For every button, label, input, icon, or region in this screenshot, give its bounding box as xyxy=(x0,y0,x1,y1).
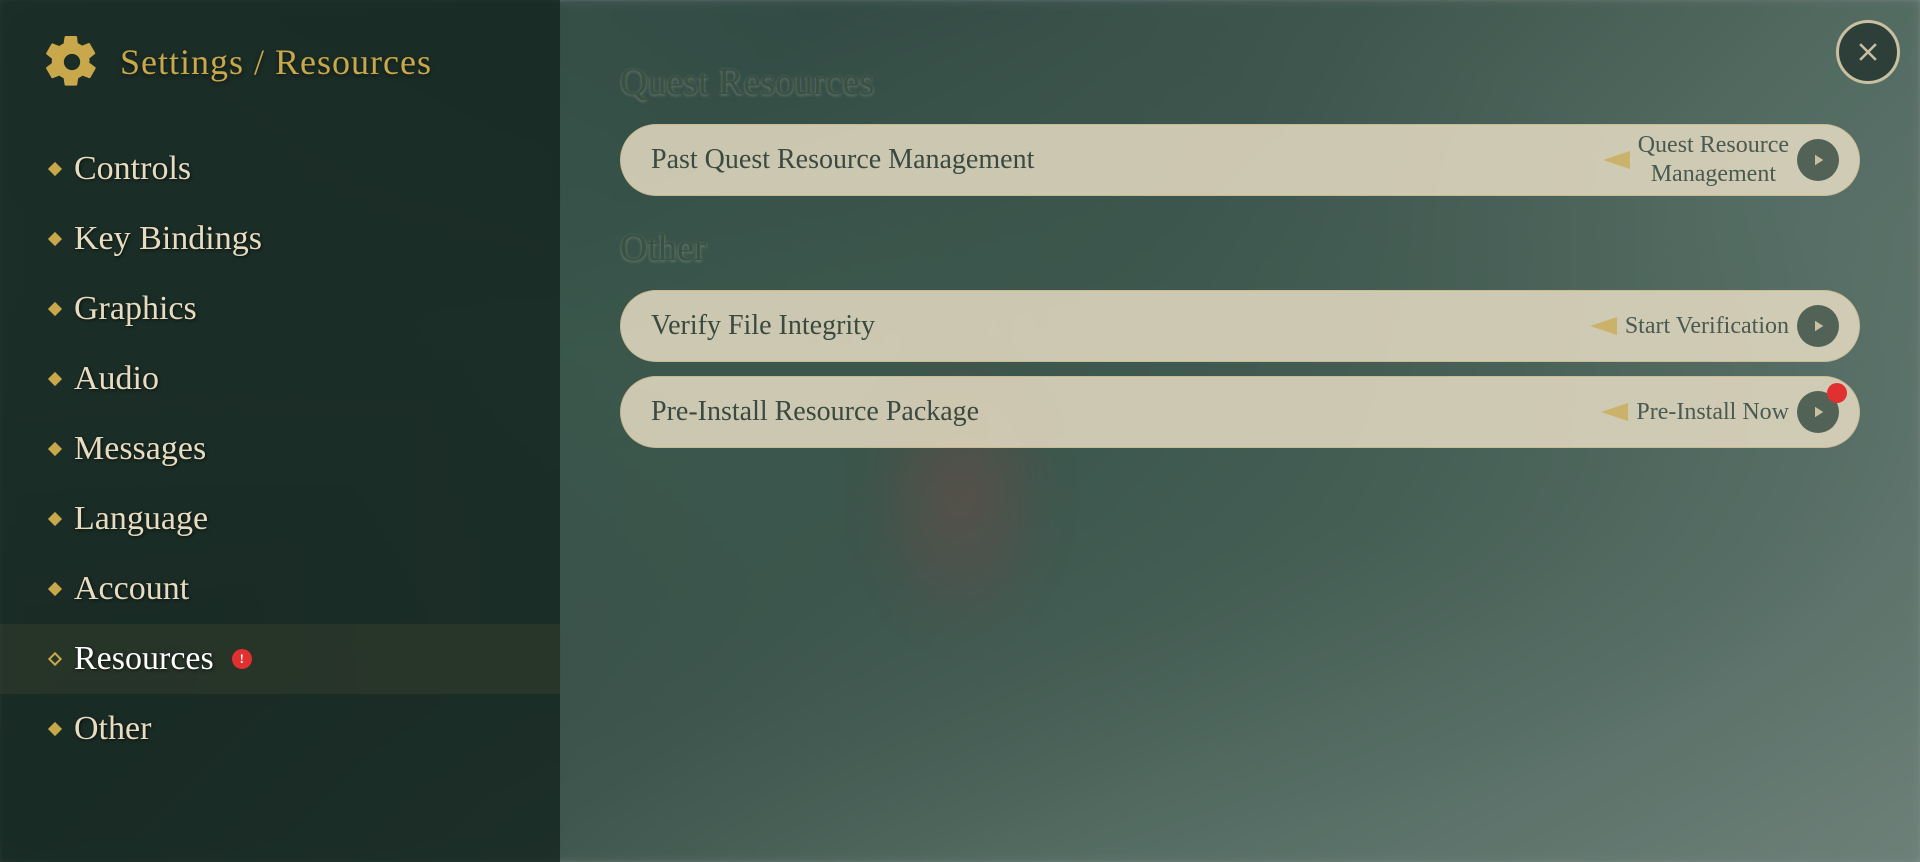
bullet-controls xyxy=(48,162,62,176)
content-area: Quest Resources Past Quest Resource Mana… xyxy=(560,0,1920,862)
verify-file-btn-label: Start Verification xyxy=(1625,313,1789,340)
bullet-key-bindings xyxy=(48,232,62,246)
sidebar: Settings / Resources Controls Key Bindin… xyxy=(0,0,560,862)
pre-install-row[interactable]: Pre-Install Resource Package Pre-Install… xyxy=(620,376,1860,448)
section-title-quest: Quest Resources xyxy=(620,60,1860,104)
sidebar-item-graphics[interactable]: Graphics xyxy=(0,274,560,344)
nav-list: Controls Key Bindings Graphics Audio Mes… xyxy=(0,124,560,842)
bullet-account xyxy=(48,582,62,596)
sidebar-label-resources: Resources xyxy=(74,640,214,678)
past-quest-action[interactable]: Quest ResourceManagement xyxy=(1594,131,1839,189)
sidebar-label-controls: Controls xyxy=(74,150,191,188)
sidebar-item-resources[interactable]: Resources ! xyxy=(0,624,560,694)
sidebar-label-language: Language xyxy=(74,500,208,538)
resources-badge: ! xyxy=(232,649,252,669)
past-quest-btn-label: Quest ResourceManagement xyxy=(1638,131,1789,189)
sidebar-item-audio[interactable]: Audio xyxy=(0,344,560,414)
sidebar-label-audio: Audio xyxy=(74,360,159,398)
sidebar-item-controls[interactable]: Controls xyxy=(0,134,560,204)
bullet-language xyxy=(48,512,62,526)
verify-file-action[interactable]: Start Verification xyxy=(1581,305,1839,347)
header: Settings / Resources xyxy=(0,20,560,124)
verify-file-circle-btn[interactable] xyxy=(1797,305,1839,347)
pre-install-action[interactable]: Pre-Install Now xyxy=(1592,391,1839,433)
section-other: Other Verify File Integrity Start Verifi… xyxy=(620,226,1860,448)
pre-install-label: Pre-Install Resource Package xyxy=(651,396,1592,428)
sidebar-label-other: Other xyxy=(74,710,151,748)
close-button[interactable] xyxy=(1836,20,1900,84)
sidebar-label-key-bindings: Key Bindings xyxy=(74,220,262,258)
pre-install-badge xyxy=(1827,383,1847,403)
bullet-messages xyxy=(48,442,62,456)
page-title: Settings / Resources xyxy=(120,41,432,83)
section-quest-resources: Quest Resources Past Quest Resource Mana… xyxy=(620,60,1860,196)
sidebar-label-graphics: Graphics xyxy=(74,290,197,328)
past-quest-circle-btn[interactable] xyxy=(1797,139,1839,181)
bullet-resources xyxy=(48,652,62,666)
modal-container: Settings / Resources Controls Key Bindin… xyxy=(0,0,1920,862)
verify-file-label: Verify File Integrity xyxy=(651,310,1581,342)
past-quest-row[interactable]: Past Quest Resource Management Quest Res… xyxy=(620,124,1860,196)
pre-install-btn-label: Pre-Install Now xyxy=(1636,399,1789,426)
bullet-audio xyxy=(48,372,62,386)
sidebar-item-account[interactable]: Account xyxy=(0,554,560,624)
sidebar-item-other[interactable]: Other xyxy=(0,694,560,764)
sidebar-label-account: Account xyxy=(74,570,189,608)
verify-file-row[interactable]: Verify File Integrity Start Verification xyxy=(620,290,1860,362)
section-title-other: Other xyxy=(620,226,1860,270)
sidebar-item-messages[interactable]: Messages xyxy=(0,414,560,484)
sidebar-item-key-bindings[interactable]: Key Bindings xyxy=(0,204,560,274)
sidebar-label-messages: Messages xyxy=(74,430,206,468)
past-quest-label: Past Quest Resource Management xyxy=(651,144,1594,176)
sidebar-item-language[interactable]: Language xyxy=(0,484,560,554)
pre-install-btn-container xyxy=(1797,391,1839,433)
bullet-graphics xyxy=(48,302,62,316)
gear-icon xyxy=(40,30,104,94)
bullet-other xyxy=(48,722,62,736)
